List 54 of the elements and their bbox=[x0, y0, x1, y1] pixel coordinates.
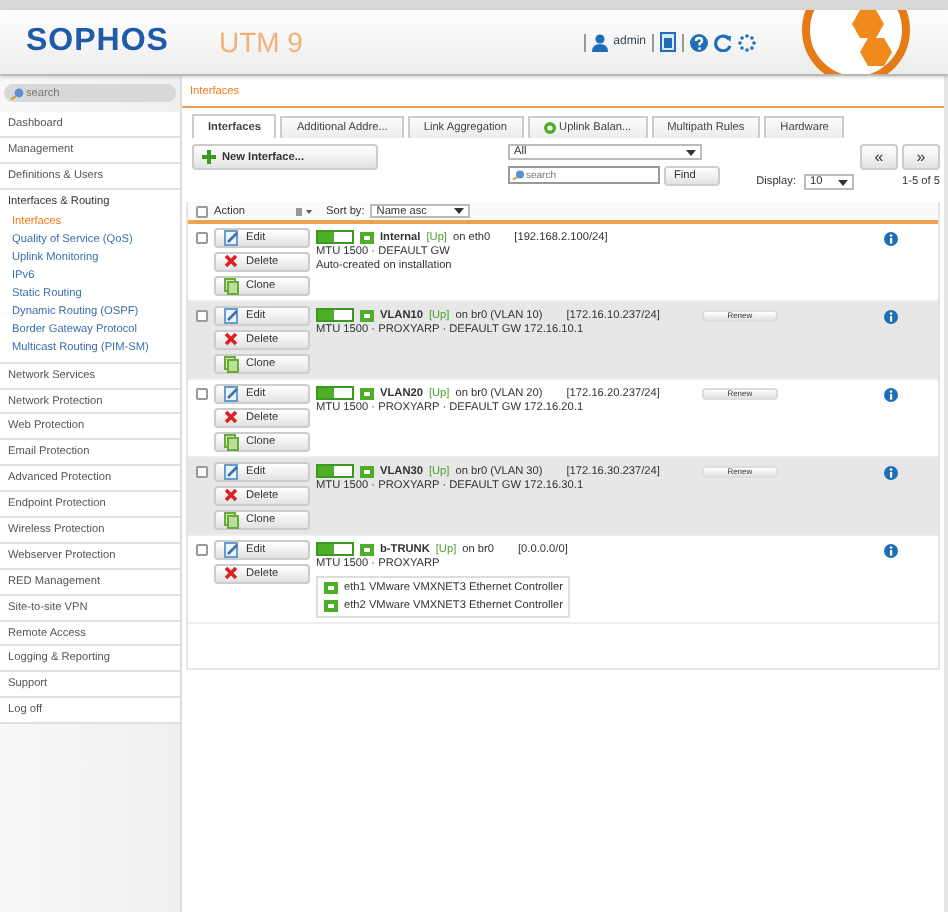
port-icon bbox=[360, 309, 374, 321]
edit-icon bbox=[224, 463, 240, 481]
delete-icon bbox=[224, 565, 240, 583]
search-icon bbox=[511, 170, 523, 180]
delete-icon bbox=[224, 487, 240, 505]
clone-icon bbox=[224, 355, 240, 373]
status-icon bbox=[543, 122, 556, 134]
info-icon[interactable] bbox=[884, 310, 898, 324]
port-icon bbox=[360, 543, 374, 555]
info-icon[interactable] bbox=[884, 388, 898, 402]
edit-icon bbox=[224, 229, 240, 247]
edit-icon bbox=[224, 385, 240, 403]
delete-icon bbox=[224, 409, 240, 427]
chevron-icon bbox=[686, 149, 696, 155]
row-checkbox[interactable] bbox=[196, 544, 208, 556]
clone-icon bbox=[224, 277, 240, 295]
port-icon bbox=[360, 387, 374, 399]
plus-icon bbox=[202, 150, 216, 164]
help-icon bbox=[690, 33, 708, 51]
row-checkbox[interactable] bbox=[196, 388, 208, 400]
chevron-icon bbox=[454, 208, 465, 214]
info-icon[interactable] bbox=[884, 544, 898, 558]
search-icon bbox=[10, 87, 24, 99]
toggle-switch[interactable] bbox=[316, 464, 354, 478]
row-checkbox[interactable] bbox=[196, 466, 208, 478]
port-icon bbox=[360, 465, 374, 477]
clone-icon bbox=[224, 433, 240, 451]
previous-page-button[interactable]: « bbox=[860, 144, 898, 170]
logo-text: SOPHOS bbox=[26, 24, 169, 60]
delete-icon bbox=[224, 253, 240, 271]
row-checkbox[interactable] bbox=[196, 310, 208, 322]
clone-icon bbox=[224, 511, 240, 529]
info-icon[interactable] bbox=[884, 232, 898, 246]
row-checkbox[interactable] bbox=[196, 232, 208, 244]
edit-icon bbox=[224, 307, 240, 325]
refresh-icon bbox=[714, 33, 732, 51]
select-all-checkbox[interactable] bbox=[196, 205, 208, 217]
delete-icon bbox=[224, 331, 240, 349]
clipboard-icon bbox=[660, 32, 676, 52]
toggle-switch[interactable] bbox=[316, 230, 354, 244]
port-icon bbox=[324, 600, 338, 612]
product-name: UTM 9 bbox=[218, 26, 303, 58]
chevron-icon bbox=[838, 179, 849, 185]
port-icon bbox=[360, 231, 374, 243]
toggle-switch[interactable] bbox=[316, 542, 354, 556]
port-icon bbox=[324, 582, 338, 594]
toggle-switch[interactable] bbox=[316, 386, 354, 400]
next-page-button[interactable]: » bbox=[902, 144, 940, 170]
user-icon bbox=[591, 33, 608, 51]
edit-icon bbox=[224, 541, 240, 559]
loading-icon bbox=[738, 33, 756, 51]
toggle-switch[interactable] bbox=[316, 308, 354, 322]
column-menu-icon bbox=[296, 207, 312, 215]
info-icon[interactable] bbox=[884, 466, 898, 480]
